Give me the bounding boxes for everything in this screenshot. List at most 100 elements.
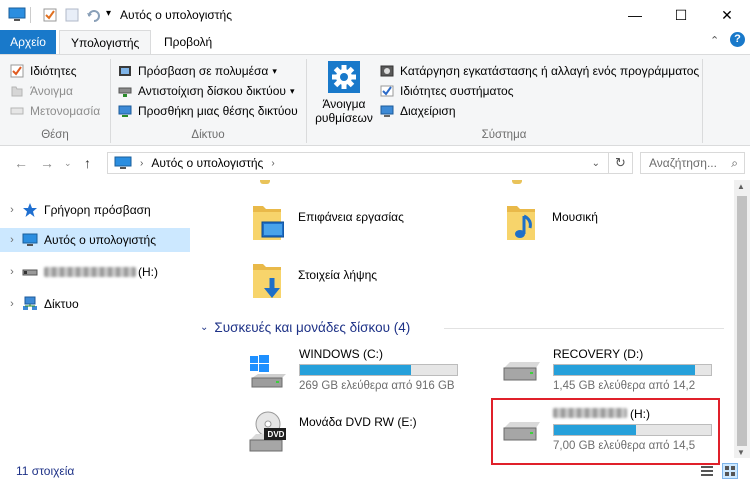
up-arrow-icon[interactable]: ↑ bbox=[84, 155, 91, 171]
devices-group-header[interactable]: ⌄ Συσκευές και μονάδες δίσκου (4) bbox=[200, 320, 410, 335]
drive-label: Μονάδα DVD RW (E:) bbox=[299, 415, 417, 429]
ribbon-tabs: Αρχείο Υπολογιστής Προβολή ⌃ ? bbox=[0, 30, 750, 55]
uninstall-program-button[interactable]: Κατάργηση εγκατάστασης ή αλλαγή ενός προ… bbox=[380, 61, 699, 81]
uninstall-program-label: Κατάργηση εγκατάστασης ή αλλαγή ενός προ… bbox=[400, 64, 700, 78]
forward-arrow-icon[interactable]: → bbox=[40, 155, 54, 171]
uninstall-icon bbox=[380, 65, 394, 77]
map-drive-label: Αντιστοίχιση δίσκου δικτύου bbox=[138, 84, 286, 98]
scroll-down-icon[interactable]: ▼ bbox=[737, 448, 745, 457]
rename-icon bbox=[10, 107, 24, 115]
help-icon[interactable]: ? bbox=[730, 32, 745, 47]
search-input[interactable]: Αναζήτηση... ⌕ bbox=[640, 152, 745, 174]
drive-c[interactable]: WINDOWS (C:) 269 GB ελεύθερα από 916 GB bbox=[248, 346, 470, 396]
breadcrumb-separator-icon: › bbox=[271, 157, 275, 169]
network-icon bbox=[23, 296, 37, 310]
chevron-right-icon[interactable]: › bbox=[2, 266, 22, 278]
properties-button[interactable]: Ιδιότητες bbox=[10, 61, 100, 81]
address-dropdown-icon[interactable]: ⌄ bbox=[592, 158, 600, 169]
title-bar: ▾ Αυτός ο υπολογιστής — ☐ ✕ bbox=[0, 0, 750, 30]
nav-item-label: Δίκτυο bbox=[44, 297, 79, 311]
group-location-label: Θέση bbox=[41, 129, 69, 141]
vertical-scrollbar[interactable]: ▲ ▼ bbox=[734, 180, 750, 458]
undo-quick-icon[interactable] bbox=[86, 7, 102, 23]
folder-icon bbox=[512, 180, 522, 184]
manage-button[interactable]: Διαχείριση bbox=[380, 101, 699, 121]
folder-icon bbox=[260, 180, 270, 184]
collapse-ribbon-icon[interactable]: ⌃ bbox=[710, 34, 719, 47]
scroll-up-icon[interactable]: ▲ bbox=[737, 182, 745, 191]
drive-label: RECOVERY (D:) bbox=[553, 347, 644, 361]
group-system: Κατάργηση εγκατάστασης ή αλλαγή ενός προ… bbox=[380, 61, 699, 121]
group-system-label: Σύστημα bbox=[481, 129, 527, 141]
maximize-button[interactable]: ☐ bbox=[658, 0, 704, 30]
window-title: Αυτός ο υπολογιστής bbox=[120, 8, 232, 22]
minimize-button[interactable]: — bbox=[612, 0, 658, 30]
close-button[interactable]: ✕ bbox=[704, 0, 750, 30]
blurred-drive-name bbox=[44, 267, 136, 277]
scrollbar-thumb[interactable] bbox=[737, 196, 747, 446]
open-settings-button[interactable]: Άνοιγμα ρυθμίσεων bbox=[312, 59, 376, 125]
chevron-right-icon[interactable]: › bbox=[2, 204, 22, 216]
refresh-button[interactable]: ↻ bbox=[609, 152, 633, 174]
folder-desktop[interactable]: Επιφάνεια εργασίας bbox=[250, 202, 470, 250]
tab-file[interactable]: Αρχείο bbox=[0, 30, 56, 54]
folder-downloads[interactable]: Στοιχεία λήψης bbox=[250, 260, 470, 308]
nav-item-quick-access[interactable]: › Γρήγορη πρόσβαση bbox=[0, 198, 190, 222]
drive-label: WINDOWS (C:) bbox=[299, 347, 383, 361]
item-count: 11 στοιχεία bbox=[16, 464, 75, 478]
nav-item-network[interactable]: › Δίκτυο bbox=[0, 292, 190, 316]
new-folder-quick-icon[interactable] bbox=[64, 7, 80, 23]
open-label: Άνοιγμα bbox=[30, 84, 73, 98]
chevron-down-icon: ▾ bbox=[272, 66, 277, 76]
chevron-right-icon[interactable]: › bbox=[2, 298, 22, 310]
nav-item-this-pc[interactable]: › Αυτός ο υπολογιστής bbox=[0, 228, 190, 252]
tab-view[interactable]: Προβολή bbox=[153, 30, 223, 54]
usb-drive-icon bbox=[22, 269, 38, 276]
open-button[interactable]: Άνοιγμα bbox=[10, 81, 100, 101]
navigation-pane: › Γρήγορη πρόσβαση › Αυτός ο υπολογιστής… bbox=[0, 180, 192, 458]
computer-icon bbox=[114, 156, 132, 169]
nav-item-label: (H:) bbox=[138, 265, 158, 279]
drive-free-space: 269 GB ελεύθερα από 916 GB bbox=[299, 380, 455, 392]
add-network-location-label: Προσθήκη μιας θέσης δικτύου bbox=[138, 104, 298, 118]
chevron-right-icon[interactable]: › bbox=[2, 234, 22, 246]
chevron-down-icon[interactable]: ⌄ bbox=[200, 322, 208, 333]
open-settings-label-line1: Άνοιγμα bbox=[322, 97, 366, 111]
computer-icon bbox=[8, 7, 26, 21]
recent-locations-chevron-icon[interactable]: ⌄ bbox=[64, 158, 72, 169]
group-location: Ιδιότητες Άνοιγμα Μετονομασία bbox=[10, 61, 100, 121]
folder-label: Στοιχεία λήψης bbox=[298, 268, 378, 282]
back-arrow-icon[interactable]: ← bbox=[14, 155, 28, 171]
quick-access-dropdown-icon[interactable]: ▾ bbox=[106, 8, 111, 19]
drive-d[interactable]: RECOVERY (D:) 1,45 GB ελεύθερα από 14,2 bbox=[502, 346, 724, 396]
folder-music[interactable]: Μουσική bbox=[504, 202, 704, 250]
group-network: Πρόσβαση σε πολυμέσα ▾ Αντιστοίχιση δίσκ… bbox=[118, 61, 298, 121]
group-divider bbox=[444, 328, 724, 329]
map-drive-button[interactable]: Αντιστοίχιση δίσκου δικτύου ▾ bbox=[118, 81, 298, 101]
chevron-down-icon: ▾ bbox=[289, 86, 295, 96]
system-properties-icon bbox=[380, 85, 394, 97]
details-view-icon[interactable] bbox=[700, 464, 714, 478]
network-location-icon bbox=[118, 105, 132, 117]
address-bar[interactable]: › Αυτός ο υπολογιστής › ⌄ bbox=[107, 152, 609, 174]
system-properties-button[interactable]: Ιδιότητες συστήματος bbox=[380, 81, 699, 101]
network-drive-icon bbox=[118, 87, 132, 97]
add-network-location-button[interactable]: Προσθήκη μιας θέσης δικτύου bbox=[118, 101, 298, 121]
properties-quick-icon[interactable] bbox=[42, 7, 58, 23]
nav-item-label: Αυτός ο υπολογιστής bbox=[44, 233, 156, 247]
nav-item-usb-drive[interactable]: › (H:) bbox=[0, 260, 190, 284]
tab-computer[interactable]: Υπολογιστής bbox=[59, 30, 152, 55]
nav-item-label: Γρήγορη πρόσβαση bbox=[44, 203, 151, 217]
drive-e[interactable]: DVD Μονάδα DVD RW (E:) bbox=[248, 408, 470, 458]
open-settings-label-line2: ρυθμίσεων bbox=[315, 111, 373, 125]
devices-group-title: Συσκευές και μονάδες δίσκου (4) bbox=[214, 320, 411, 335]
computer-management-icon bbox=[380, 105, 394, 117]
rename-button[interactable]: Μετονομασία bbox=[10, 101, 100, 121]
media-access-button[interactable]: Πρόσβαση σε πολυμέσα ▾ bbox=[118, 61, 298, 81]
refresh-icon: ↻ bbox=[615, 155, 626, 170]
music-folder-icon bbox=[507, 206, 535, 240]
drive-usage-fill bbox=[300, 365, 412, 375]
large-icons-view-icon[interactable] bbox=[722, 463, 738, 479]
breadcrumb-current[interactable]: Αυτός ο υπολογιστής bbox=[151, 156, 263, 170]
rename-label: Μετονομασία bbox=[30, 104, 101, 118]
